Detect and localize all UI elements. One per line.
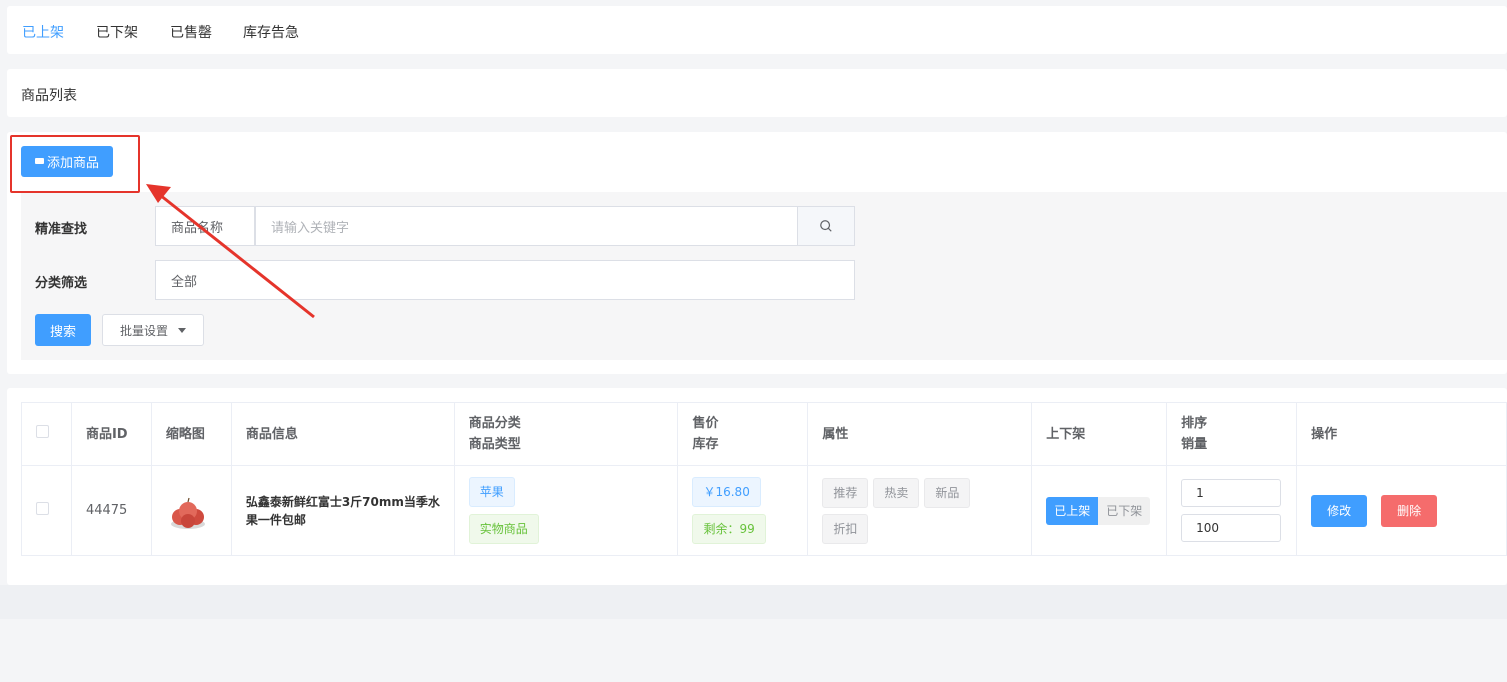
tab-off-shelf[interactable]: 已下架 [96, 22, 138, 42]
keyword-search-button[interactable] [797, 206, 855, 246]
product-table: 商品ID 缩略图 商品信息 商品分类 商品类型 售价 库存 属性 上下架 排序 … [21, 402, 1507, 556]
delete-button[interactable]: 删除 [1381, 494, 1438, 527]
header-sales: 销量 [1181, 437, 1208, 452]
price-stock-cell: ￥16.80 剩余：99 [677, 465, 809, 556]
header-type: 商品类型 [468, 437, 521, 452]
header-ops: 操作 [1296, 402, 1507, 466]
shelf-cell: 已上架 已下架 [1031, 465, 1168, 556]
product-thumbnail [170, 497, 205, 529]
product-id: 44475 [70, 465, 152, 556]
filter-card: 添加商品 精准查找 商品名称 请输入关键字 分类筛选 全部 搜索 批量设置 [7, 132, 1507, 374]
category-type-cell: 苹果 实物商品 [453, 465, 679, 556]
attrs-cell: 推荐 热卖 新品 折扣 [807, 465, 1033, 556]
page-title: 商品列表 [21, 88, 77, 104]
category-select[interactable]: 全部 [155, 260, 855, 300]
header-category: 商品分类 [468, 416, 521, 431]
attr-recommend[interactable]: 推荐 [822, 477, 869, 508]
header-price-stock: 售价 库存 [677, 402, 809, 466]
table-header-row: 商品ID 缩略图 商品信息 商品分类 商品类型 售价 库存 属性 上下架 排序 … [21, 402, 1507, 466]
header-stock: 库存 [692, 437, 719, 452]
header-shelf: 上下架 [1031, 402, 1168, 466]
exact-search-label: 精准查找 [35, 222, 88, 237]
search-icon [820, 220, 832, 232]
header-info: 商品信息 [230, 402, 455, 466]
tab-sold-out[interactable]: 已售罄 [170, 22, 212, 42]
category-tag: 苹果 [468, 477, 515, 507]
row-select-cell [21, 465, 72, 556]
row-checkbox[interactable] [36, 502, 49, 515]
table-row: 44475 弘鑫泰新鲜红富士3斤70mm当季水果一件包邮 苹果 实物商品 ￥16… [21, 465, 1507, 556]
annotation-highlight-box [10, 135, 140, 193]
ops-cell: 修改 删除 [1296, 465, 1507, 556]
stock-tag: 剩余：99 [692, 514, 766, 544]
batch-settings-dropdown[interactable]: 批量设置 [102, 314, 204, 346]
shelf-off-option[interactable]: 已下架 [1098, 496, 1151, 525]
tab-low-stock[interactable]: 库存告急 [243, 22, 299, 42]
shelf-on-option[interactable]: 已上架 [1046, 496, 1099, 525]
header-id: 商品ID [70, 402, 152, 466]
product-table-card: 商品ID 缩略图 商品信息 商品分类 商品类型 售价 库存 属性 上下架 排序 … [7, 388, 1507, 585]
select-all-cell [21, 402, 72, 466]
sort-sales-cell: 1 100 [1166, 465, 1298, 556]
attr-new[interactable]: 新品 [924, 477, 971, 508]
footer-band [0, 585, 1507, 619]
keyword-input[interactable]: 请输入关键字 [255, 206, 798, 246]
sort-input[interactable]: 1 [1181, 479, 1282, 507]
price-tag: ￥16.80 [692, 477, 761, 507]
header-sort: 排序 [1181, 416, 1208, 431]
category-filter-label: 分类筛选 [35, 276, 88, 291]
type-tag: 实物商品 [468, 514, 539, 544]
product-name: 弘鑫泰新鲜红富士3斤70mm当季水果一件包邮 [245, 494, 440, 527]
header-thumb: 缩略图 [150, 402, 232, 466]
attr-hot[interactable]: 热卖 [873, 477, 920, 508]
header-category-type: 商品分类 商品类型 [453, 402, 679, 466]
caret-down-icon [178, 327, 186, 333]
product-info-cell: 弘鑫泰新鲜红富士3斤70mm当季水果一件包邮 [230, 465, 455, 556]
filter-panel: 精准查找 商品名称 请输入关键字 分类筛选 全部 搜索 批量设置 [21, 192, 1507, 360]
tab-on-shelf[interactable]: 已上架 [22, 22, 64, 42]
thumb-cell [150, 465, 232, 556]
attr-discount[interactable]: 折扣 [822, 513, 869, 544]
list-title-card: 商品列表 [7, 69, 1507, 117]
edit-button[interactable]: 修改 [1311, 494, 1368, 527]
batch-settings-label: 批量设置 [119, 323, 168, 338]
search-field-select[interactable]: 商品名称 [155, 206, 255, 246]
status-tabs: 已上架 已下架 已售罄 库存告急 [7, 6, 1507, 54]
sales-input[interactable]: 100 [1181, 514, 1282, 542]
search-button[interactable]: 搜索 [35, 314, 91, 346]
header-attrs: 属性 [807, 402, 1033, 466]
select-all-checkbox[interactable] [36, 424, 49, 438]
header-sort-sales: 排序 销量 [1166, 402, 1298, 466]
shelf-toggle: 已上架 已下架 [1046, 496, 1151, 525]
header-price: 售价 [692, 416, 719, 431]
